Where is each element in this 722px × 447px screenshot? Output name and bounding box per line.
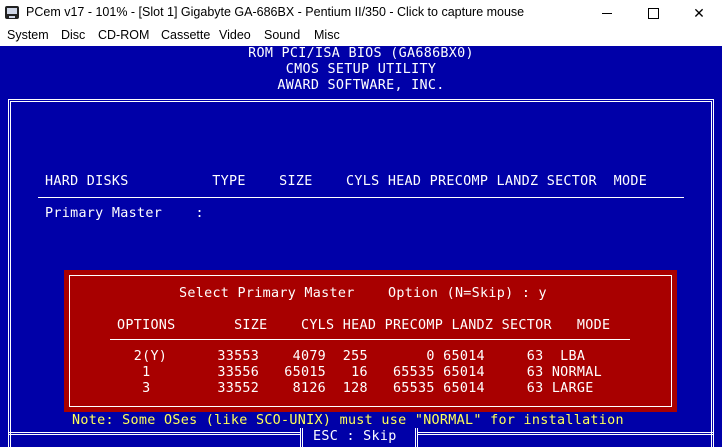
select-primary-master-dialog: Select Primary Master Option (N=Skip) : … bbox=[64, 270, 677, 412]
menu-system[interactable]: System bbox=[7, 28, 49, 42]
option-row-2[interactable]: 2(Y) 33553 4079 255 0 65014 63 LBA bbox=[117, 349, 585, 365]
menu-bar: System Disc CD-ROM Cassette Video Sound … bbox=[0, 26, 722, 46]
maximize-button[interactable] bbox=[630, 0, 676, 26]
bios-frame-bottom-right bbox=[418, 432, 714, 435]
hard-disks-header: HARD DISKS TYPE SIZE CYLS HEAD PRECOMP L… bbox=[45, 174, 648, 189]
note-text: Note: Some OSes (like SCO-UNIX) must use… bbox=[72, 413, 624, 428]
close-button[interactable]: ✕ bbox=[676, 0, 722, 26]
minimize-button[interactable] bbox=[584, 0, 630, 26]
bios-header-line-1: ROM PCI/ISA BIOS (GA686BX0) bbox=[248, 46, 474, 61]
emulator-screen[interactable]: ROM PCI/ISA BIOS (GA686BX0) CMOS SETUP U… bbox=[0, 46, 722, 447]
maximize-icon bbox=[647, 7, 659, 19]
primary-master-label: Primary Master : bbox=[45, 206, 204, 221]
menu-misc[interactable]: Misc bbox=[314, 28, 340, 42]
bios-header-line-3: AWARD SOFTWARE, INC. bbox=[277, 78, 445, 93]
menu-cdrom[interactable]: CD-ROM bbox=[98, 28, 149, 42]
menu-disc[interactable]: Disc bbox=[61, 28, 85, 42]
menu-sound[interactable]: Sound bbox=[264, 28, 300, 42]
close-icon: ✕ bbox=[693, 4, 705, 21]
dialog-table-header: OPTIONS SIZE CYLS HEAD PRECOMP LANDZ SEC… bbox=[117, 318, 611, 333]
bios-header-line-2: CMOS SETUP UTILITY bbox=[285, 62, 437, 77]
bios-frame-bottom-left bbox=[8, 432, 300, 435]
option-row-1[interactable]: 1 33556 65015 16 65535 65014 63 NORMAL bbox=[117, 365, 602, 381]
option-row-3[interactable]: 3 33552 8126 128 65535 65014 63 LARGE bbox=[117, 381, 594, 397]
header-divider bbox=[38, 197, 684, 198]
menu-video[interactable]: Video bbox=[219, 28, 251, 42]
window-title: PCem v17 - 101% - [Slot 1] Gigabyte GA-6… bbox=[26, 5, 525, 19]
esc-skip-hint: ESC : Skip bbox=[313, 429, 397, 444]
app-icon[interactable] bbox=[5, 6, 19, 19]
skip-bar: ESC : Skip bbox=[300, 428, 418, 447]
dialog-prompt: Select Primary Master Option (N=Skip) : … bbox=[179, 286, 547, 301]
minimize-icon bbox=[602, 12, 612, 14]
dialog-divider bbox=[110, 339, 630, 340]
menu-cassette[interactable]: Cassette bbox=[161, 28, 210, 42]
title-bar: PCem v17 - 101% - [Slot 1] Gigabyte GA-6… bbox=[0, 0, 722, 27]
